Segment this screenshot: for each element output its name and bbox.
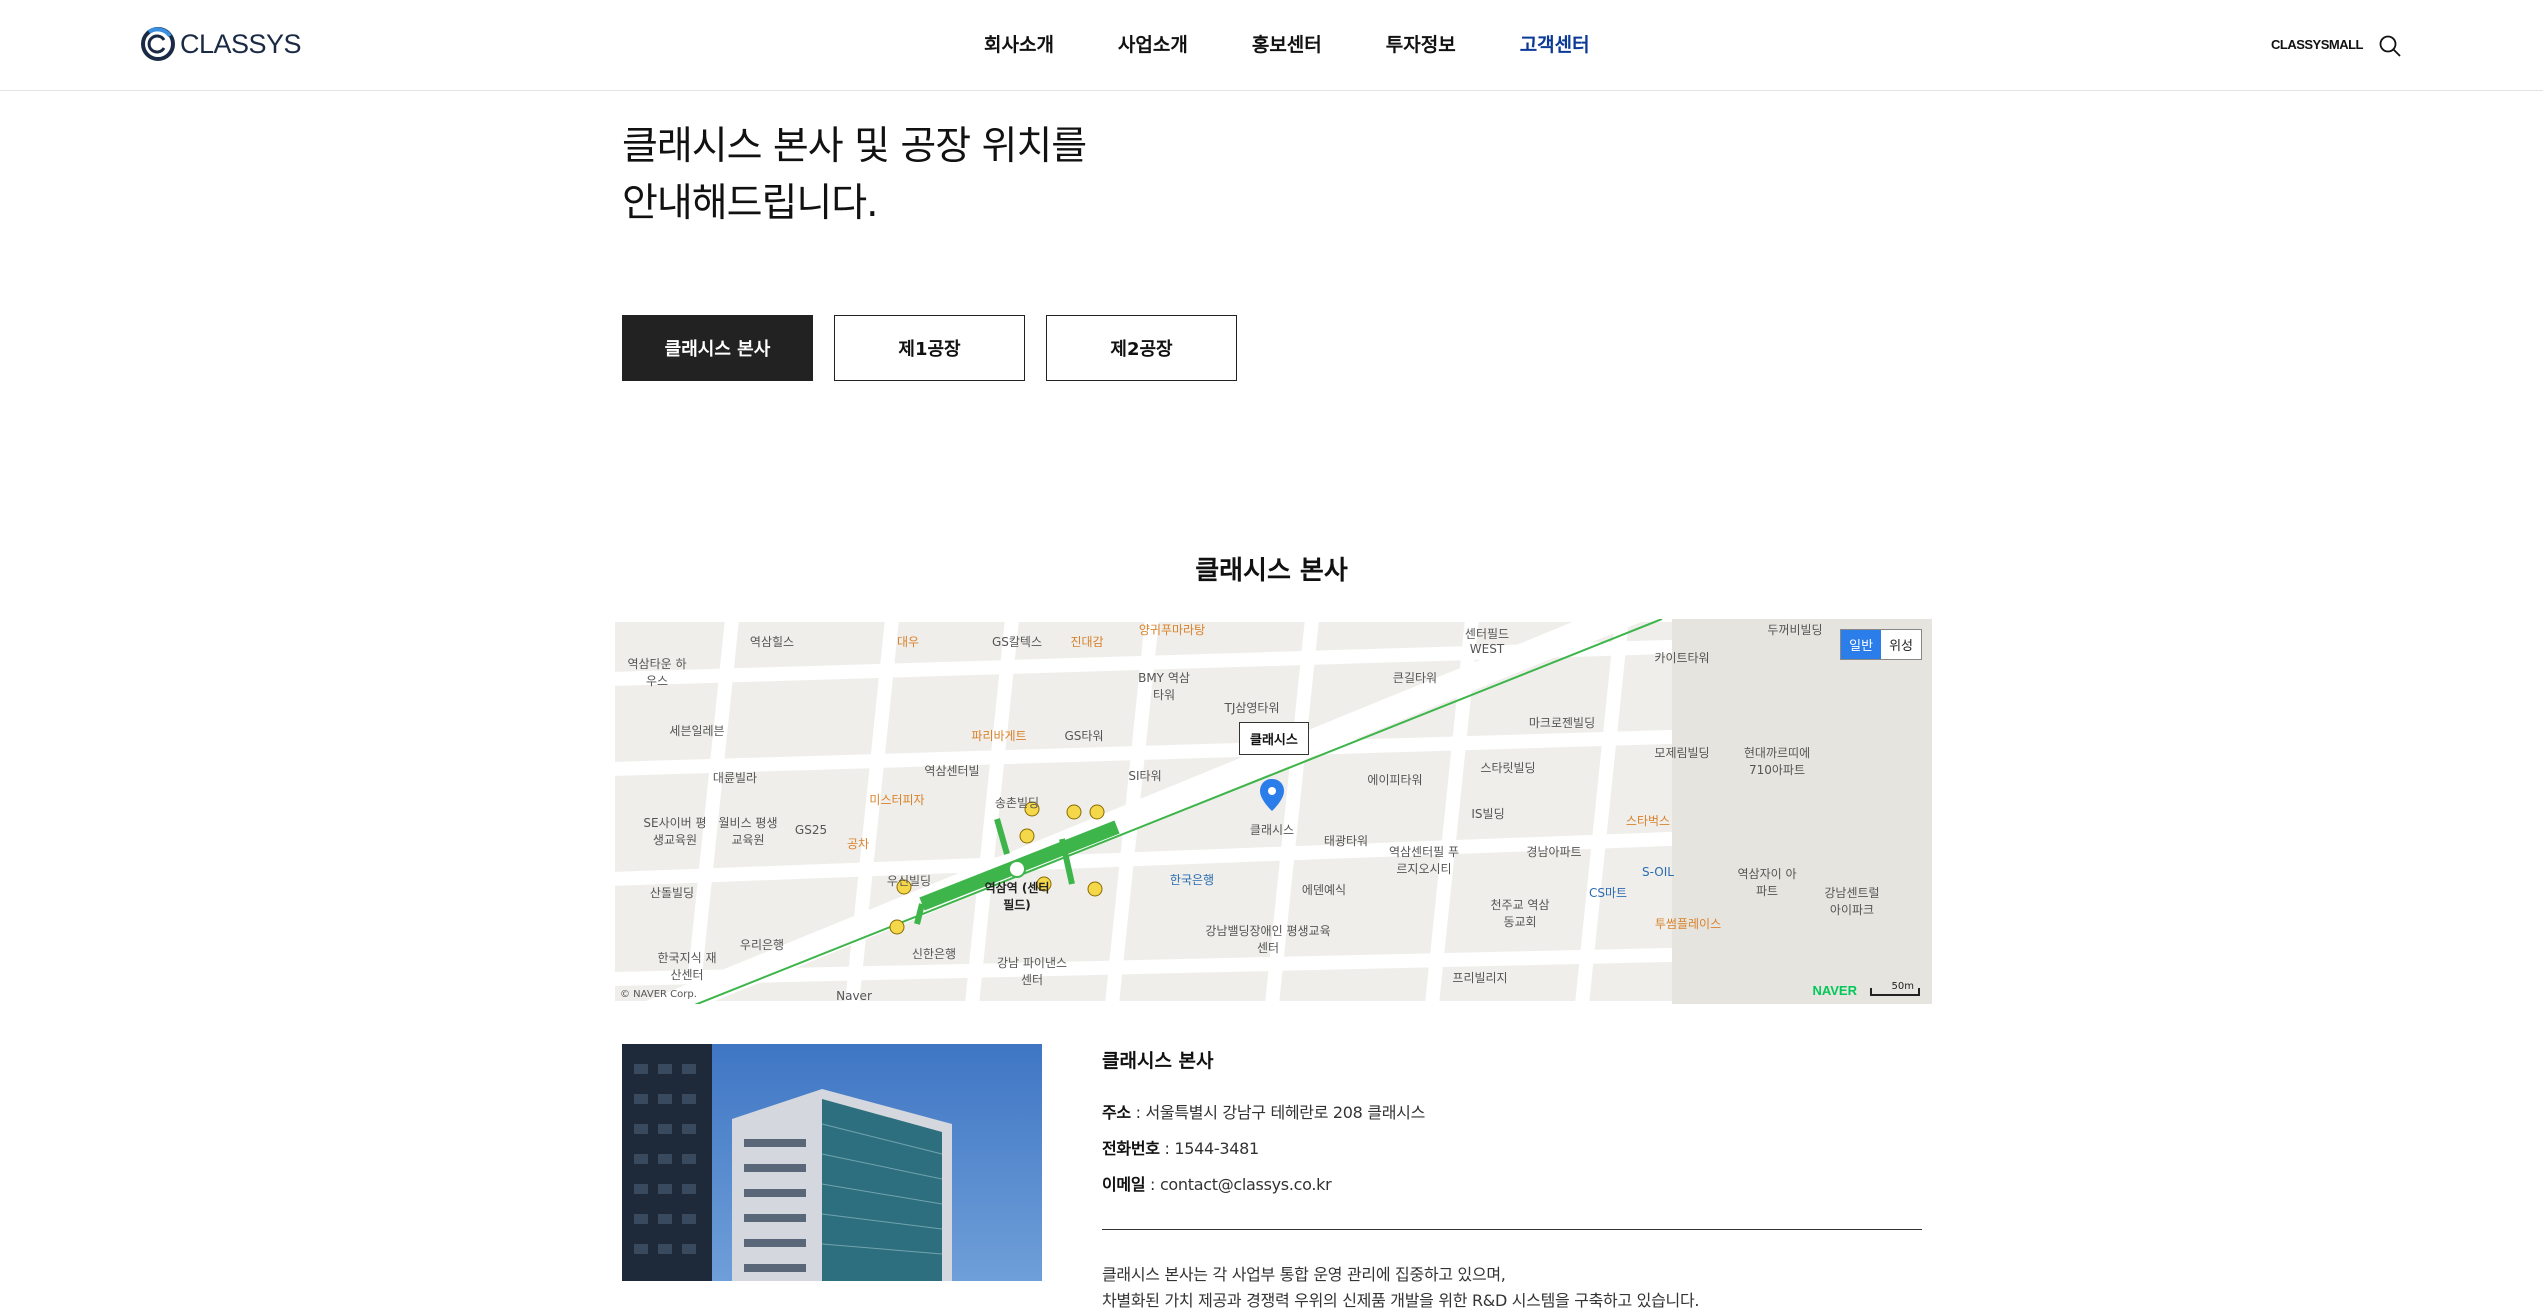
map-poi: 클래시스 <box>1249 823 1295 837</box>
map-poi: 마크로젠빌딩 <box>1528 716 1596 730</box>
site-header: CLASSYS 회사소개 사업소개 홍보센터 투자정보 고객센터 CLASSYS… <box>0 0 2543 91</box>
map-poi: 파리바게트 <box>971 729 1027 743</box>
tab-headquarters[interactable]: 클래시스 본사 <box>622 315 813 381</box>
description-line-2: 차별화된 가치 제공과 경쟁력 우위의 신제품 개발을 위한 R&D 시스템을 … <box>1102 1291 1700 1310</box>
map-poi: 신한은행 <box>911 947 957 961</box>
info-description: 클래시스 본사는 각 사업부 통합 운영 관리에 집중하고 있으며, 차별화된 … <box>1102 1262 1922 1314</box>
map-poi: 태광타워 <box>1323 834 1369 848</box>
intro-heading: 클래시스 본사 및 공장 위치를 안내해드립니다. <box>622 118 1087 232</box>
map-poi: SI타워 <box>1128 769 1162 783</box>
main-nav: 회사소개 사업소개 홍보센터 투자정보 고객센터 <box>984 30 1654 57</box>
email-value[interactable]: contact@classys.co.kr <box>1160 1175 1332 1194</box>
map-poi: 양귀푸마라탕 <box>1138 623 1206 637</box>
location-map[interactable]: 역삼힐스 대우 GS칼텍스 진대감 양귀푸마라탕 센터필드 WEST 두꺼비빌딩… <box>612 619 1932 1004</box>
map-poi: 역삼역 (센터필드) <box>984 881 1050 912</box>
map-poi: 세븐일레븐 <box>669 724 725 738</box>
map-poi: 두꺼비빌딩 <box>1767 623 1823 637</box>
map-poi: 한국지식 재산센터 <box>657 951 717 982</box>
map-poi: BMY 역삼타워 <box>1138 671 1190 702</box>
map-type-toggle: 일반 위성 <box>1840 629 1922 660</box>
naver-logo: NAVER <box>1812 983 1857 998</box>
map-poi: GS칼텍스 <box>991 635 1043 649</box>
map-poi: 역삼센터빌 <box>924 764 980 778</box>
intro-line-1: 클래시스 본사 및 공장 위치를 <box>622 124 1087 169</box>
map-poi: 모제림빌딩 <box>1654 746 1710 760</box>
map-type-normal-button[interactable]: 일반 <box>1841 630 1882 659</box>
address-value: 서울특별시 강남구 테헤란로 208 클래시스 <box>1145 1103 1426 1122</box>
nav-item-investor[interactable]: 투자정보 <box>1386 30 1456 57</box>
map-poi: 투썸플레이스 <box>1654 917 1722 931</box>
map-scale-label: 50m <box>1891 981 1914 992</box>
map-poi: 공차 <box>846 837 870 851</box>
headquarters-photo <box>622 1044 1042 1281</box>
logo-text: CLASSYS <box>180 28 302 59</box>
mall-link[interactable]: CLASSYSMALL <box>2271 37 2364 52</box>
map-poi: 에덴예식 <box>1301 883 1347 897</box>
map-poi: 천주교 역삼동교회 <box>1490 898 1550 929</box>
map-poi: IS빌딩 <box>1471 807 1505 821</box>
map-poi: 센터필드 WEST <box>1464 627 1510 656</box>
email-label: 이메일 <box>1102 1175 1146 1194</box>
classys-logo-icon <box>141 27 175 61</box>
map-poi: 카이트타워 <box>1654 651 1710 665</box>
description-line-1: 클래시스 본사는 각 사업부 통합 운영 관리에 집중하고 있으며, <box>1102 1265 1506 1284</box>
map-poi: 스타릿빌딩 <box>1480 761 1536 775</box>
nav-item-customer[interactable]: 고객센터 <box>1520 30 1590 57</box>
map-poi: 큰길타워 <box>1392 671 1438 685</box>
map-poi: 강남 파이낸스센터 <box>996 956 1068 987</box>
location-tabs: 클래시스 본사 제1공장 제2공장 <box>622 315 1237 381</box>
address-line: 주소 : 서울특별시 강남구 테헤란로 208 클래시스 <box>1102 1103 1426 1122</box>
map-poi: 한국은행 <box>1169 873 1215 887</box>
map-poi: 대우 <box>896 635 920 649</box>
map-poi: SE사이버 평생교육원 <box>643 816 707 847</box>
nav-item-company[interactable]: 회사소개 <box>984 30 1054 57</box>
section-title: 클래시스 본사 <box>1195 556 1348 586</box>
marker-label: 클래시스 <box>1239 722 1309 755</box>
map-poi: Naver <box>836 989 872 1003</box>
map-poi: 역삼자이 아파트 <box>1737 867 1797 898</box>
phone-value[interactable]: 1544-3481 <box>1174 1139 1259 1158</box>
map-poi: 우리은행 <box>739 938 785 952</box>
map-poi: 역삼힐스 <box>749 635 795 649</box>
map-poi: 월비스 평생교육원 <box>718 816 778 847</box>
map-poi: 현대까르띠에 710아파트 <box>1743 746 1811 777</box>
map-copyright: © NAVER Corp. <box>620 989 697 1000</box>
map-poi: 강남센트럴 아이파크 <box>1824 886 1880 917</box>
nav-item-business[interactable]: 사업소개 <box>1118 30 1188 57</box>
nav-item-pr[interactable]: 홍보센터 <box>1252 30 1322 57</box>
phone-label: 전화번호 <box>1102 1139 1160 1158</box>
tab-factory-1[interactable]: 제1공장 <box>834 315 1025 381</box>
phone-line: 전화번호 : 1544-3481 <box>1102 1139 1259 1158</box>
intro-line-2: 안내해드립니다. <box>622 181 879 226</box>
map-poi: GS타워 <box>1064 729 1104 743</box>
map-poi: TJ삼영타워 <box>1224 701 1280 715</box>
logo[interactable]: CLASSYS <box>140 26 302 62</box>
map-poi: 대륜빌라 <box>712 771 758 785</box>
map-poi: 에이피타워 <box>1367 773 1423 787</box>
tab-factory-2[interactable]: 제2공장 <box>1046 315 1237 381</box>
map-poi: 송촌빌딩 <box>994 796 1040 810</box>
email-line: 이메일 : contact@classys.co.kr <box>1102 1175 1332 1194</box>
building-illustration <box>622 1044 952 1281</box>
map-poi: GS25 <box>794 823 828 837</box>
map-poi: 우신빌딩 <box>886 874 932 888</box>
map-poi: 강남밸딩장애인 평생교육센터 <box>1205 924 1331 955</box>
map-type-satellite-button[interactable]: 위성 <box>1881 630 1921 659</box>
address-label: 주소 <box>1102 1103 1131 1122</box>
map-poi: 산돌빌딩 <box>649 886 695 900</box>
search-icon[interactable] <box>2378 34 2402 58</box>
map-poi: 프리빌리지 <box>1452 971 1508 985</box>
map-poi: 경남아파트 <box>1526 845 1582 859</box>
map-poi: 미스터피자 <box>869 793 925 807</box>
headquarters-info: 클래시스 본사 주소 : 서울특별시 강남구 테헤란로 208 클래시스 전화번… <box>1102 1044 1922 1314</box>
map-poi: 진대감 <box>1070 635 1104 649</box>
map-poi: 역삼센터필 푸르지오시티 <box>1388 845 1460 876</box>
map-poi: S-OIL <box>1642 865 1674 879</box>
map-park-area <box>1672 619 1932 1004</box>
map-poi: CS마트 <box>1588 886 1628 900</box>
map-poi: 역삼타운 하우스 <box>627 657 687 688</box>
map-poi: 스타벅스 <box>1625 814 1671 828</box>
info-title: 클래시스 본사 <box>1102 1050 1214 1072</box>
info-divider <box>1102 1229 1922 1230</box>
